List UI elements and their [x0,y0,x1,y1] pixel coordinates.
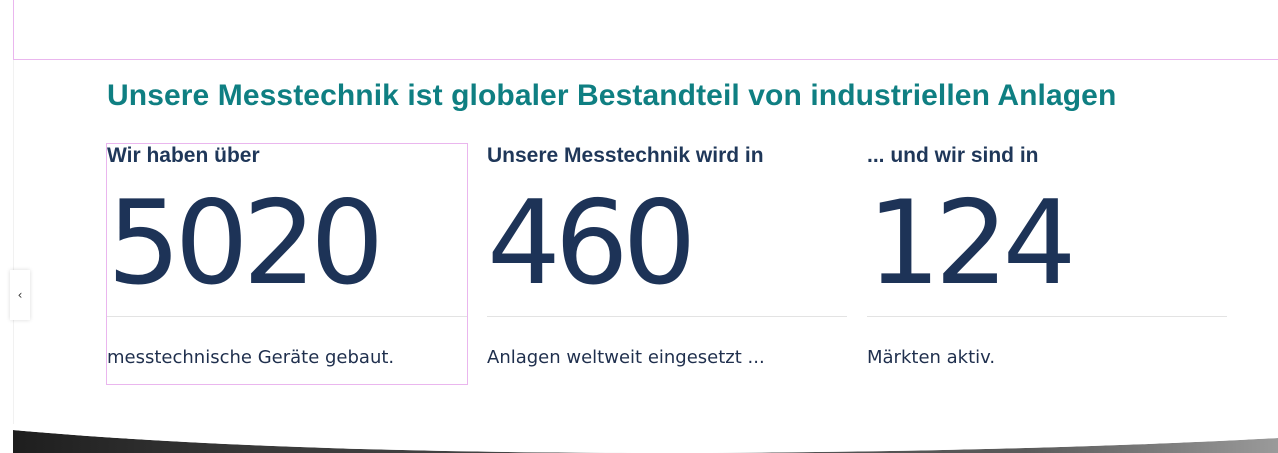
stat-intro: Wir haben über [107,144,260,167]
top-section-placeholder [13,0,1278,60]
page-left-edge [0,0,14,453]
section-headline: Unsere Messtechnik ist globaler Bestandt… [107,79,1117,112]
decorative-wave-band [13,424,1278,453]
side-panel-toggle[interactable]: ‹ [10,270,30,320]
stat-caption: Märkten aktiv. [867,347,996,368]
stat-caption: Anlagen weltweit eingesetzt ... [487,347,765,368]
stat-divider [487,316,847,317]
stat-intro: Unsere Messtechnik wird in [487,144,764,167]
stat-plants-worldwide: Unsere Messtechnik wird in 460 Anlagen w… [487,144,847,384]
stat-intro: ... und wir sind in [867,144,1039,167]
wave-shape [13,424,1278,453]
stat-number: 460 [487,176,696,311]
stat-number: 124 [867,176,1076,311]
stat-markets-active: ... und wir sind in 124 Märkten aktiv. [867,144,1227,384]
stat-caption: messtechnische Geräte gebaut. [107,347,395,368]
stat-divider [867,316,1227,317]
stat-number: 5020 [107,176,384,311]
stat-devices-built[interactable]: Wir haben über 5020 messtechnische Gerät… [106,143,468,385]
stat-divider [107,316,467,317]
chevron-left-icon: ‹ [17,288,23,302]
